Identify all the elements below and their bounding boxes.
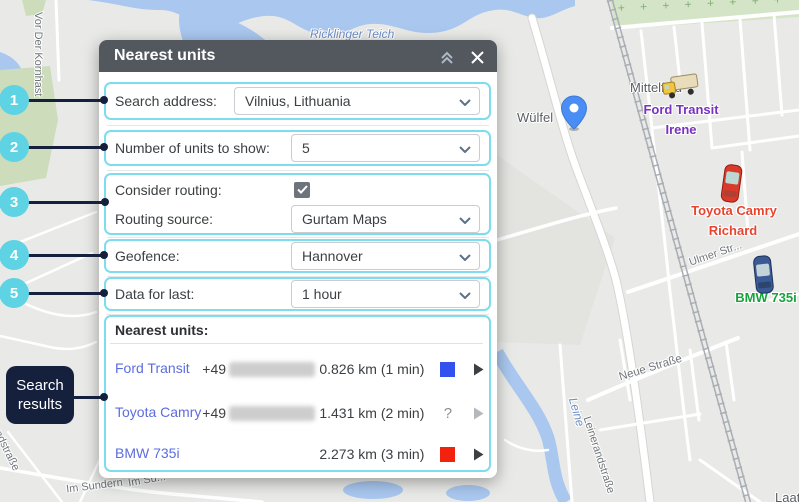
phone-blurred [229, 362, 315, 377]
data-for-last-field: Data for last: 1 hour [104, 277, 491, 311]
driver-label-richard: Richard [709, 223, 757, 238]
close-icon[interactable] [468, 48, 486, 66]
search-address-value: Vilnius, Lithuania [245, 93, 351, 109]
unit-phone: +49 [202, 361, 319, 377]
collapse-icon[interactable] [438, 48, 456, 66]
geofence-select[interactable]: Hannover [291, 242, 480, 270]
consider-routing-checkbox[interactable] [294, 182, 310, 198]
divider [110, 343, 483, 344]
divider [107, 237, 489, 238]
bmw-735i-car-icon[interactable] [751, 254, 777, 296]
ford-transit-truck-icon[interactable] [660, 71, 701, 102]
driver-label-irene: Irene [665, 122, 696, 137]
unit-phone: +49 [202, 405, 319, 421]
result-row-toyota-camry: Toyota Camry +49 1.431 km (2 min) ? [115, 391, 484, 435]
result-row-bmw-735i: BMW 735i 2.273 km (3 min) [115, 435, 484, 473]
search-results-callout: Search results [6, 366, 74, 424]
chevron-down-icon [459, 292, 471, 299]
track-color-chip [440, 447, 455, 462]
street-label-laatz: Laatz [775, 490, 799, 502]
check-icon [297, 185, 308, 194]
routing-source-value: Gurtam Maps [302, 211, 387, 227]
phone-prefix: +49 [202, 361, 226, 377]
chevron-down-icon [459, 217, 471, 224]
step-badge-4: 4 [0, 240, 29, 270]
result-row-ford-transit: Ford Transit +49 0.826 km (1 min) [115, 347, 484, 391]
units-to-show-field: Number of units to show: 5 [104, 130, 491, 166]
track-color-unknown: ? [440, 405, 455, 422]
geofence-field: Geofence: Hannover [104, 239, 491, 273]
water-label-ricklinger-teich: Ricklinger Teich [310, 27, 394, 41]
units-to-show-label: Number of units to show: [115, 140, 270, 156]
play-button[interactable] [464, 363, 484, 376]
step-badge-3: 3 [0, 187, 29, 217]
screenshot-stage: + + + + + + + + + + + + [0, 0, 799, 502]
geofence-label: Geofence: [115, 248, 180, 264]
play-button-disabled[interactable] [464, 407, 484, 420]
dialog-title: Nearest units [99, 47, 215, 65]
step-badge-5: 5 [0, 278, 29, 308]
search-address-select[interactable]: Vilnius, Lithuania [234, 87, 480, 115]
phone-prefix: +49 [202, 405, 226, 421]
play-button[interactable] [464, 448, 484, 461]
callout-line-search-results [70, 396, 106, 399]
unit-link[interactable]: BMW 735i [115, 444, 202, 464]
street-label-vor-der-kornhast: Vor Der Kornhast [32, 12, 44, 96]
chevron-down-icon [459, 99, 471, 106]
units-to-show-select[interactable]: 5 [291, 134, 480, 162]
routing-source-select[interactable]: Gurtam Maps [291, 205, 480, 233]
unit-link[interactable]: Toyota Camry [115, 403, 202, 423]
divider [107, 125, 489, 126]
chevron-down-icon [459, 254, 471, 261]
data-for-last-value: 1 hour [302, 286, 342, 302]
unit-distance: 2.273 km (3 min) [319, 445, 434, 463]
unit-distance: 1.431 km (2 min) [319, 404, 434, 422]
routing-field: Consider routing: Routing source: Gurtam… [104, 173, 491, 235]
consider-routing-label: Consider routing: [115, 182, 222, 198]
divider [107, 170, 489, 171]
chevron-down-icon [459, 146, 471, 153]
units-to-show-value: 5 [302, 140, 310, 156]
search-address-field: Search address: Vilnius, Lithuania [104, 82, 491, 120]
street-label-wulfel: Wülfel [517, 110, 553, 125]
unit-link[interactable]: Ford Transit [115, 359, 202, 379]
unit-label-toyota-camry: Toyota Camry [691, 203, 777, 218]
step-badge-1: 1 [0, 85, 29, 115]
dialog-header: Nearest units [99, 40, 497, 72]
data-for-last-select[interactable]: 1 hour [291, 280, 480, 308]
routing-source-label: Routing source: [115, 211, 213, 227]
geofence-value: Hannover [302, 248, 363, 264]
step-badge-2: 2 [0, 132, 29, 162]
results-header: Nearest units: [115, 322, 208, 338]
unit-label-ford-transit: Ford Transit [643, 102, 718, 117]
phone-blurred [229, 406, 315, 421]
nearest-units-dialog: Nearest units Search address: Vilnius, L… [99, 40, 497, 478]
track-color-chip [440, 362, 455, 377]
address-pin-icon[interactable] [560, 95, 588, 133]
nearest-units-results: Nearest units: Ford Transit +49 0.826 km… [104, 315, 491, 472]
search-address-label: Search address: [115, 93, 217, 109]
data-for-last-label: Data for last: [115, 286, 194, 302]
unit-distance: 0.826 km (1 min) [319, 360, 434, 378]
